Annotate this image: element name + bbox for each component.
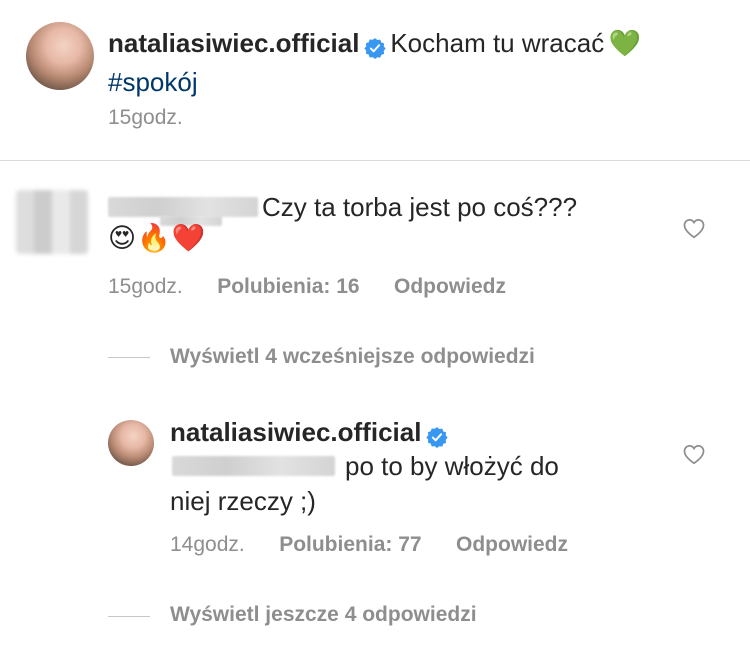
post-timestamp: 15godz. — [108, 106, 183, 129]
commenter-username-redacted[interactable] — [108, 197, 258, 217]
post-author-avatar[interactable] — [26, 22, 94, 90]
verified-badge-icon — [426, 426, 448, 448]
commenter-avatar[interactable] — [16, 190, 88, 254]
post-username[interactable]: nataliasiwiec.official — [108, 28, 359, 58]
heart-outline-icon[interactable] — [681, 215, 707, 246]
reply-username[interactable]: nataliasiwiec.official — [170, 417, 421, 447]
view-earlier-replies-button[interactable]: Wyświetl 4 wcześniejsze odpowiedzi — [170, 345, 535, 369]
reply-reply-button[interactable]: Odpowiedz — [456, 533, 568, 556]
reply-likes-link[interactable]: Polubienia: 77 — [279, 533, 421, 556]
comment-emojis: 😍🔥❤️ — [108, 223, 207, 253]
reply-text-line2: niej rzeczy ;) — [170, 486, 316, 516]
comment-likes-link[interactable]: Polubienia: 16 — [217, 275, 359, 298]
hashtag-link[interactable]: #spokój — [108, 67, 198, 97]
green-heart-emoji: 💚 — [608, 28, 642, 58]
view-more-line — [108, 616, 150, 617]
comment-timestamp: 15godz. — [108, 275, 183, 298]
post-caption: nataliasiwiec.official Kocham tu wracać … — [108, 26, 738, 104]
view-replies-line — [108, 357, 150, 358]
verified-badge-icon — [364, 37, 390, 59]
mentioned-username-redacted[interactable] — [172, 456, 335, 476]
reply-author-avatar[interactable] — [108, 420, 154, 466]
header-divider — [0, 160, 750, 161]
view-more-replies-button[interactable]: Wyświetl jeszcze 4 odpowiedzi — [170, 603, 477, 627]
comment-reply-button[interactable]: Odpowiedz — [394, 275, 506, 298]
comment-text: Czy ta torba jest po coś??? — [262, 192, 578, 222]
reply-timestamp: 14godz. — [170, 533, 245, 556]
post-caption-text: Kocham tu wracać — [390, 28, 605, 58]
reply-text-line1: po to by włożyć do — [345, 451, 559, 481]
comment-meta: 15godz. Polubienia: 16 Odpowiedz — [108, 275, 506, 299]
reply-meta: 14godz. Polubienia: 77 Odpowiedz — [170, 533, 568, 557]
reply-header: nataliasiwiec.official — [170, 417, 448, 448]
heart-outline-icon[interactable] — [681, 441, 707, 472]
